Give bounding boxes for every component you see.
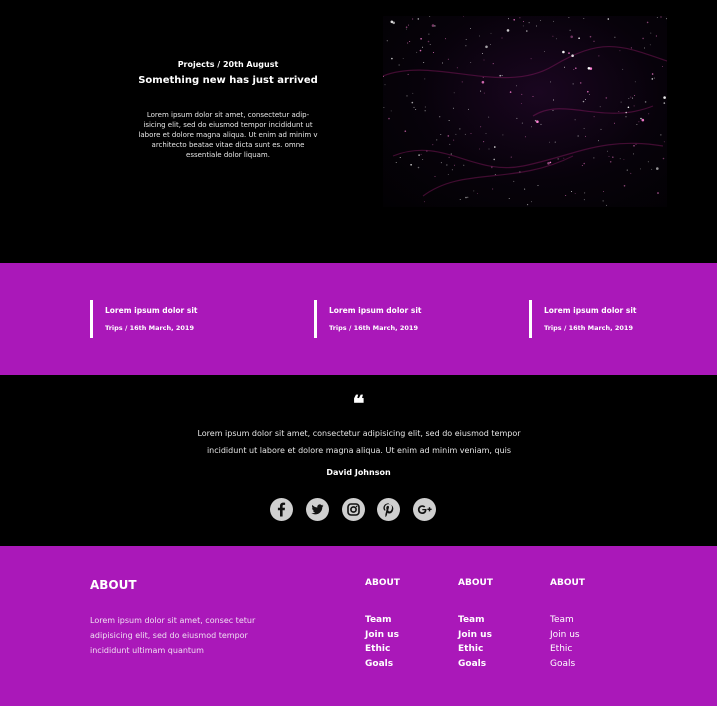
footer-column-title: ABOUT [365,578,400,588]
hero-title: Something new has just arrived [138,75,318,86]
footer-link-list: Team Join us Ethic Goals [458,613,493,671]
footer-about-text: Lorem ipsum dolor sit amet, consec tetur… [90,616,256,655]
footer-column: ABOUT Team Join us Ethic Goals [550,578,585,671]
footer-link-join-us[interactable]: Join us [365,628,400,643]
footer-link-ethic[interactable]: Ethic [550,642,585,657]
footer-link-team[interactable]: Team [458,613,493,628]
footer-about-title: ABOUT [90,578,137,592]
band-item[interactable]: Lorem ipsum dolor sit Trips / 16th March… [314,300,422,338]
footer-link-ethic[interactable]: Ethic [365,642,400,657]
posts-band: Lorem ipsum dolor sit Trips / 16th March… [0,263,717,375]
starfield-image [383,16,667,206]
testimonial-section: ❝ Lorem ipsum dolor sit amet, consectetu… [0,375,717,546]
footer-link-team[interactable]: Team [550,613,585,628]
footer-column-title: ABOUT [458,578,493,588]
quote-mark-icon: ❝ [352,391,365,417]
band-item-date: Trips / 16th March, 2019 [544,324,633,332]
band-item[interactable]: Lorem ipsum dolor sit Trips / 16th March… [529,300,637,338]
footer-link-list: Team Join us Ethic Goals [550,613,585,671]
footer-link-goals[interactable]: Goals [550,657,585,672]
footer-column-title: ABOUT [550,578,585,588]
facebook-icon[interactable] [270,498,293,521]
footer-link-list: Team Join us Ethic Goals [365,613,400,671]
hero-image [383,16,667,207]
footer-column: ABOUT Team Join us Ethic Goals [458,578,493,671]
band-item-title[interactable]: Lorem ipsum dolor sit [329,306,422,315]
hero-meta: Projects / 20th August [177,60,279,69]
band-item-date: Trips / 16th March, 2019 [105,324,194,332]
footer: ABOUT Lorem ipsum dolor sit amet, consec… [0,546,717,706]
footer-column: ABOUT Team Join us Ethic Goals [365,578,400,671]
band-item-date: Trips / 16th March, 2019 [329,324,418,332]
testimonial-author: David Johnson [326,468,391,477]
footer-link-goals[interactable]: Goals [458,657,493,672]
footer-link-ethic[interactable]: Ethic [458,642,493,657]
band-item[interactable]: Lorem ipsum dolor sit Trips / 16th March… [90,300,198,338]
hero-section: Projects / 20th August Something new has… [0,0,717,263]
band-item-title[interactable]: Lorem ipsum dolor sit [105,306,198,315]
twitter-icon[interactable] [306,498,329,521]
footer-link-goals[interactable]: Goals [365,657,400,672]
band-item-title[interactable]: Lorem ipsum dolor sit [544,306,637,315]
footer-link-join-us[interactable]: Join us [550,628,585,643]
pinterest-icon[interactable] [377,498,400,521]
footer-link-team[interactable]: Team [365,613,400,628]
hero-body: Lorem ipsum dolor sit amet, consectetur … [138,111,318,159]
google-plus-icon[interactable] [413,498,436,521]
instagram-icon[interactable] [342,498,365,521]
footer-link-join-us[interactable]: Join us [458,628,493,643]
testimonial-text: Lorem ipsum dolor sit amet, consectetur … [197,429,521,455]
hero-text: Projects / 20th August Something new has… [138,60,318,160]
